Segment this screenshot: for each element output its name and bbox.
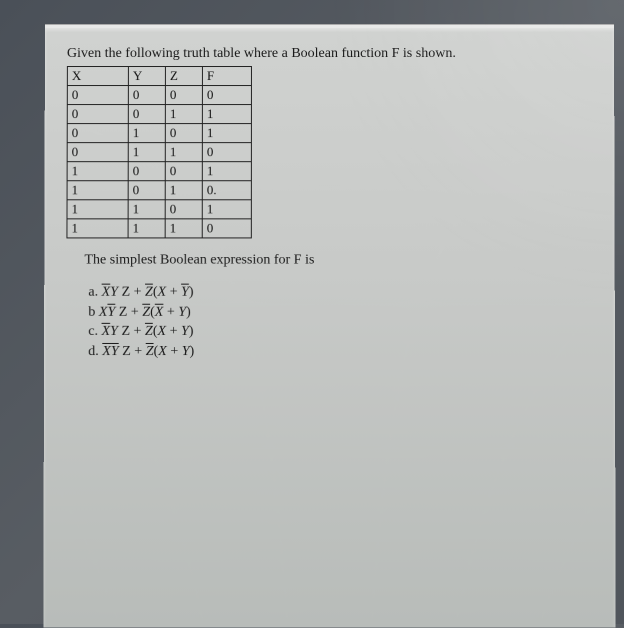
header-x: X bbox=[67, 67, 128, 86]
cell: 1 bbox=[128, 200, 165, 219]
cell: 1 bbox=[67, 181, 128, 200]
cell: 0 bbox=[67, 105, 128, 124]
cell: 0 bbox=[165, 124, 202, 143]
cell: 0 bbox=[128, 105, 165, 124]
option-label: d. bbox=[88, 344, 99, 359]
cell: 1 bbox=[202, 162, 251, 181]
header-z: Z bbox=[165, 67, 202, 86]
cell: 1 bbox=[165, 181, 202, 200]
cell: 1 bbox=[128, 219, 165, 238]
option-d: d. XY Z + Z(X + Y) bbox=[88, 342, 593, 362]
cell: 0 bbox=[67, 143, 128, 162]
cell: 1 bbox=[128, 143, 165, 162]
question-prompt: Given the following truth table where a … bbox=[67, 46, 592, 62]
table-row: 0 1 1 0 bbox=[67, 143, 251, 162]
cell: 0 bbox=[128, 162, 165, 181]
cell: 0 bbox=[128, 181, 165, 200]
cell: 0 bbox=[165, 162, 202, 181]
table-row: 1 0 0 1 bbox=[67, 162, 251, 181]
cell: 0 bbox=[128, 86, 165, 105]
cell: 1 bbox=[67, 200, 128, 219]
header-f: F bbox=[202, 67, 251, 86]
option-label: c. bbox=[88, 324, 98, 339]
cell: 1 bbox=[67, 219, 128, 238]
cell: 0. bbox=[202, 181, 251, 200]
table-row: 1 1 1 0 bbox=[67, 219, 251, 238]
cell: 0 bbox=[165, 86, 202, 105]
cell: 0 bbox=[165, 200, 202, 219]
cell: 0 bbox=[202, 143, 251, 162]
truth-table: X Y Z F 0 0 0 0 0 0 1 1 0 1 0 1 0 1 1 0 bbox=[66, 66, 252, 238]
cell: 0 bbox=[202, 219, 251, 238]
cell: 1 bbox=[202, 105, 251, 124]
table-row: 0 0 1 1 bbox=[67, 105, 251, 124]
table-header-row: X Y Z F bbox=[67, 67, 251, 86]
cell: 1 bbox=[165, 143, 202, 162]
table-row: 0 1 0 1 bbox=[67, 124, 251, 143]
table-row: 0 0 0 0 bbox=[67, 86, 251, 105]
document-page: Given the following truth table where a … bbox=[43, 25, 615, 628]
option-a: a. XY Z + Z(X + Y) bbox=[88, 283, 592, 303]
header-y: Y bbox=[128, 67, 165, 86]
cell: 1 bbox=[202, 124, 251, 143]
question-text: The simplest Boolean expression for F is bbox=[84, 252, 592, 268]
table-row: 1 0 1 0. bbox=[67, 181, 251, 200]
cell: 1 bbox=[128, 124, 165, 143]
option-label: a. bbox=[88, 285, 98, 300]
cell: 0 bbox=[67, 86, 128, 105]
cell: 0 bbox=[202, 86, 251, 105]
cell: 1 bbox=[67, 162, 128, 181]
table-row: 1 1 0 1 bbox=[67, 200, 251, 219]
cell: 1 bbox=[165, 105, 202, 124]
option-c: c. XY Z + Z(X + Y) bbox=[88, 322, 593, 342]
cell: 1 bbox=[202, 200, 251, 219]
option-b: b XY Z + Z(X + Y) bbox=[88, 302, 592, 322]
options-list: a. XY Z + Z(X + Y) b XY Z + Z(X + Y) c. … bbox=[88, 283, 593, 362]
cell: 1 bbox=[165, 219, 202, 238]
cell: 0 bbox=[67, 124, 128, 143]
option-label: b bbox=[88, 304, 95, 319]
